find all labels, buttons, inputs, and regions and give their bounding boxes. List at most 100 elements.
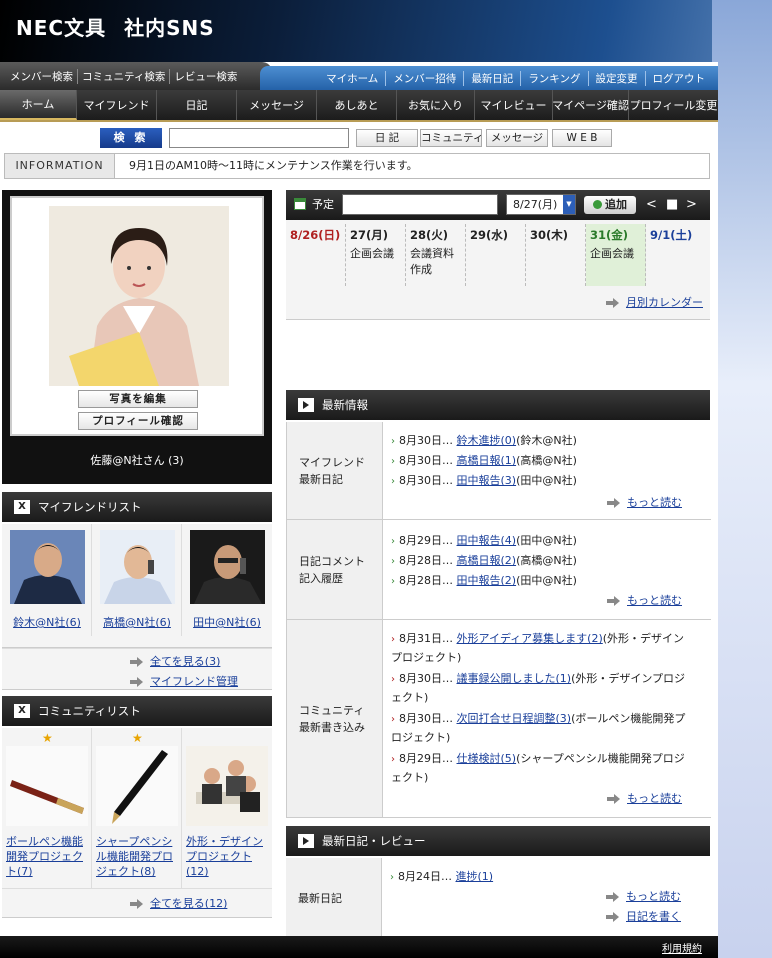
read-more-link[interactable]: もっと読む [627, 496, 682, 509]
monthly-calendar-link[interactable]: 月別カレンダー [626, 296, 703, 309]
nav-myhome[interactable]: マイホーム [319, 70, 387, 86]
nav-settings[interactable]: 設定変更 [589, 70, 646, 86]
community-image[interactable] [96, 746, 178, 826]
item-author: (高橋@N社) [516, 454, 577, 467]
terms-link[interactable]: 利用規約 [662, 940, 702, 955]
friend-card[interactable]: 鈴木@N社(6) [2, 524, 92, 636]
tab-message[interactable]: メッセージ [237, 90, 317, 120]
tab-mypage-check[interactable]: マイページ確認 [552, 90, 629, 120]
read-more[interactable]: もっと読む [607, 790, 682, 806]
community-link[interactable]: ボールペン機能開発プロジェクト(7) [6, 834, 92, 879]
friend-link[interactable]: 田中@N社(6) [182, 614, 272, 630]
nav-community-search[interactable]: コミュニティ検索 [78, 68, 171, 84]
profile-check-button[interactable]: プロフィール確認 [78, 412, 198, 430]
search-input[interactable] [169, 128, 349, 148]
logo[interactable]: NEC文具 社内SNS [16, 12, 215, 41]
item-link[interactable]: 進捗(1) [456, 870, 494, 883]
friend-photo[interactable] [10, 530, 85, 604]
item-link[interactable]: 田中報告(4) [457, 534, 517, 547]
friend-link[interactable]: 鈴木@N社(6) [2, 614, 92, 630]
write-diary[interactable]: 日記を書く [606, 908, 681, 924]
diary-title: 最新日記・レビュー [322, 834, 426, 848]
nav-member-search[interactable]: メンバー検索 [6, 68, 78, 84]
monthly-calendar[interactable]: 月別カレンダー [606, 294, 703, 310]
nav-invite[interactable]: メンバー招待 [386, 70, 465, 86]
tab-profile-edit[interactable]: プロフィール変更 [629, 90, 718, 120]
read-more-link[interactable]: もっと読む [627, 792, 682, 805]
tab-myfriend[interactable]: マイフレンド [77, 90, 157, 120]
community-card[interactable]: 外形・デザインプロジェクト(12) [182, 728, 272, 888]
item-link[interactable]: 外形アイディア募集します(2) [457, 632, 603, 645]
item-link[interactable]: 田中報告(2) [457, 574, 517, 587]
friend-link[interactable]: 高橋@N社(6) [92, 614, 182, 630]
tab-diary[interactable]: 日記 [157, 90, 237, 120]
profile-name[interactable]: 佐藤@N社さん (3) [2, 452, 272, 468]
nav-ranking[interactable]: ランキング [521, 70, 589, 86]
diary-read-more-link[interactable]: もっと読む [626, 890, 681, 903]
item-link[interactable]: 仕様検討(5) [457, 752, 517, 765]
friends-title: マイフレンドリスト [38, 500, 142, 514]
day-cell[interactable]: 29(水) [466, 224, 526, 286]
next-week-button[interactable]: > [686, 190, 697, 220]
write-diary-link[interactable]: 日記を書く [626, 910, 681, 923]
day-cell[interactable]: 8/26(日) [286, 224, 346, 286]
read-more[interactable]: もっと読む [607, 592, 682, 608]
community-card[interactable]: ★ ボールペン機能開発プロジェクト(7) [2, 728, 92, 888]
tab-footprint[interactable]: あしあと [317, 90, 397, 120]
search-tab-web[interactable]: W E B [552, 129, 612, 147]
item-link[interactable]: 高橋日報(2) [457, 554, 517, 567]
community-link[interactable]: シャープペンシル機能開発プロジェクト(8) [96, 834, 182, 879]
search-tab-message[interactable]: メッセージ [486, 129, 548, 147]
community-image[interactable] [6, 746, 88, 826]
chevron-right-icon: › [390, 872, 394, 883]
friend-photo[interactable] [190, 530, 265, 604]
arrow-icon [607, 498, 621, 508]
item-link[interactable]: 議事録公開しました(1) [457, 672, 572, 685]
community-image[interactable] [186, 746, 268, 826]
friend-card[interactable]: 田中@N社(6) [182, 524, 272, 636]
search-button[interactable]: 検 索 [100, 128, 162, 148]
item-date: 8月30日… [399, 672, 453, 685]
read-more-link[interactable]: もっと読む [627, 594, 682, 607]
tab-favorites[interactable]: お気に入り [397, 90, 475, 120]
date-select[interactable]: 8/27(月) ▼ [506, 194, 576, 215]
community-card[interactable]: ★ シャープペンシル機能開発プロジェクト(8) [92, 728, 182, 888]
add-button[interactable]: 追加 [584, 196, 636, 214]
this-week-button[interactable]: ■ [666, 190, 678, 220]
tab-home[interactable]: ホーム [0, 90, 77, 120]
read-more[interactable]: もっと読む [607, 494, 682, 510]
friends-see-all-link[interactable]: 全てを見る(3) [150, 655, 220, 668]
day-cell[interactable]: 30(木) [526, 224, 586, 286]
day-cell[interactable]: 28(火) 会議資料作成 [406, 224, 466, 286]
search-tab-diary[interactable]: 日 記 [356, 129, 418, 147]
day-cell[interactable]: 31(金) 企画会議 [586, 224, 646, 286]
communities-see-all[interactable]: 全てを見る(12) [130, 895, 227, 911]
friends-see-all[interactable]: 全てを見る(3) [130, 653, 220, 669]
friend-card[interactable]: 高橋@N社(6) [92, 524, 182, 636]
day-cell[interactable]: 9/1(土) [646, 224, 706, 286]
communities-see-all-link[interactable]: 全てを見る(12) [150, 897, 227, 910]
diary-read-more[interactable]: もっと読む [606, 888, 681, 904]
friend-photo[interactable] [100, 530, 175, 604]
prev-week-button[interactable]: < [646, 190, 657, 220]
nav-review-search[interactable]: レビュー検索 [170, 69, 241, 84]
friends-manage[interactable]: マイフレンド管理 [130, 673, 238, 689]
nav-latest-diary[interactable]: 最新日記 [464, 70, 522, 86]
edit-photo-button[interactable]: 写真を編集 [78, 390, 198, 408]
community-link[interactable]: 外形・デザインプロジェクト(12) [186, 834, 272, 879]
search-bar: 検 索 日 記 コミュニティ メッセージ W E B [0, 128, 718, 152]
item-date: 8月30日… [399, 474, 453, 487]
search-tab-community[interactable]: コミュニティ [420, 129, 483, 147]
schedule-input[interactable] [342, 194, 498, 215]
nav-logout[interactable]: ログアウト [646, 71, 713, 86]
tab-myreview[interactable]: マイレビュー [475, 90, 553, 120]
item-link[interactable]: 高橋日報(1) [457, 454, 517, 467]
news-item: › 8月30日… 鈴木進捗(0)(鈴木@N社) [391, 432, 577, 448]
item-link[interactable]: 次回打合せ日程調整(3) [457, 712, 572, 725]
item-link[interactable]: 田中報告(3) [457, 474, 517, 487]
item-link[interactable]: 鈴木進捗(0) [457, 434, 517, 447]
day-date: 31(金) [590, 228, 629, 242]
day-cell[interactable]: 27(月) 企画会議 [346, 224, 406, 286]
item-author: (高橋@N社) [516, 554, 577, 567]
friends-manage-link[interactable]: マイフレンド管理 [150, 675, 238, 688]
